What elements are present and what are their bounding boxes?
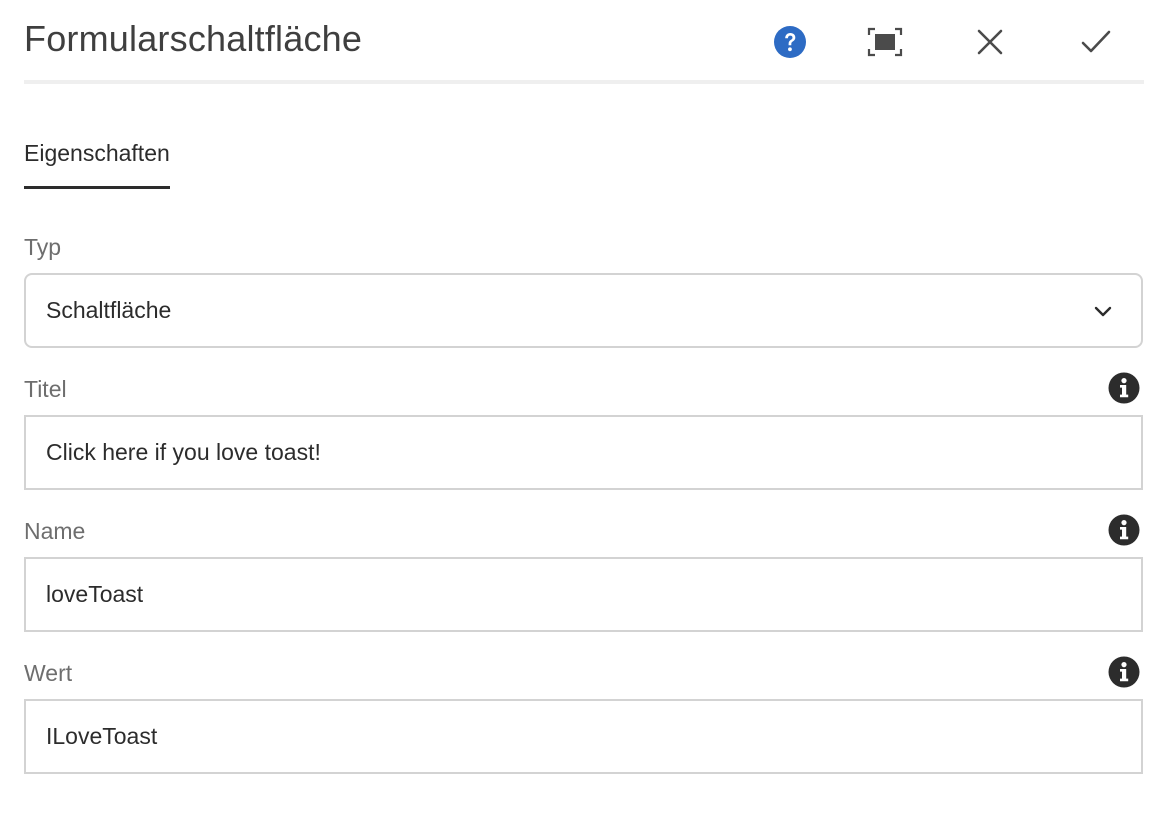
help-icon bbox=[774, 26, 806, 58]
value-label: Wert bbox=[24, 660, 73, 686]
value-input[interactable]: ILoveToast bbox=[24, 699, 1143, 774]
close-icon bbox=[977, 29, 1003, 55]
dialog-title: Formularschaltfläche bbox=[24, 18, 363, 59]
fullscreen-button[interactable] bbox=[865, 22, 905, 62]
title-input[interactable]: Click here if you love toast! bbox=[24, 415, 1143, 490]
value-input-value: ILoveToast bbox=[46, 723, 158, 749]
help-button[interactable] bbox=[770, 22, 810, 62]
form-button-dialog: Formularschaltfläche Eigenschaften Typ S… bbox=[0, 0, 1166, 834]
title-input-value: Click here if you love toast! bbox=[46, 439, 321, 465]
tab-label: Eigenschaften bbox=[24, 140, 170, 166]
type-select[interactable]: Schaltfläche bbox=[24, 273, 1143, 348]
dialog-header: Formularschaltfläche bbox=[24, 0, 1144, 84]
chevron-down-icon bbox=[1094, 306, 1112, 317]
done-button[interactable] bbox=[1076, 22, 1116, 62]
name-input[interactable]: loveToast bbox=[24, 557, 1143, 632]
tab-properties[interactable]: Eigenschaften bbox=[24, 138, 170, 189]
tab-active-indicator bbox=[24, 186, 170, 189]
close-button[interactable] bbox=[970, 22, 1010, 62]
checkmark-icon bbox=[1081, 30, 1111, 53]
name-input-value: loveToast bbox=[46, 581, 144, 607]
type-select-value: Schaltfläche bbox=[46, 297, 172, 323]
name-label: Name bbox=[24, 518, 86, 544]
fullscreen-icon bbox=[867, 27, 903, 57]
title-label: Titel bbox=[24, 376, 67, 402]
info-icon[interactable] bbox=[1108, 514, 1140, 546]
info-icon[interactable] bbox=[1108, 656, 1140, 688]
info-icon[interactable] bbox=[1108, 372, 1140, 404]
type-label: Typ bbox=[24, 234, 62, 260]
